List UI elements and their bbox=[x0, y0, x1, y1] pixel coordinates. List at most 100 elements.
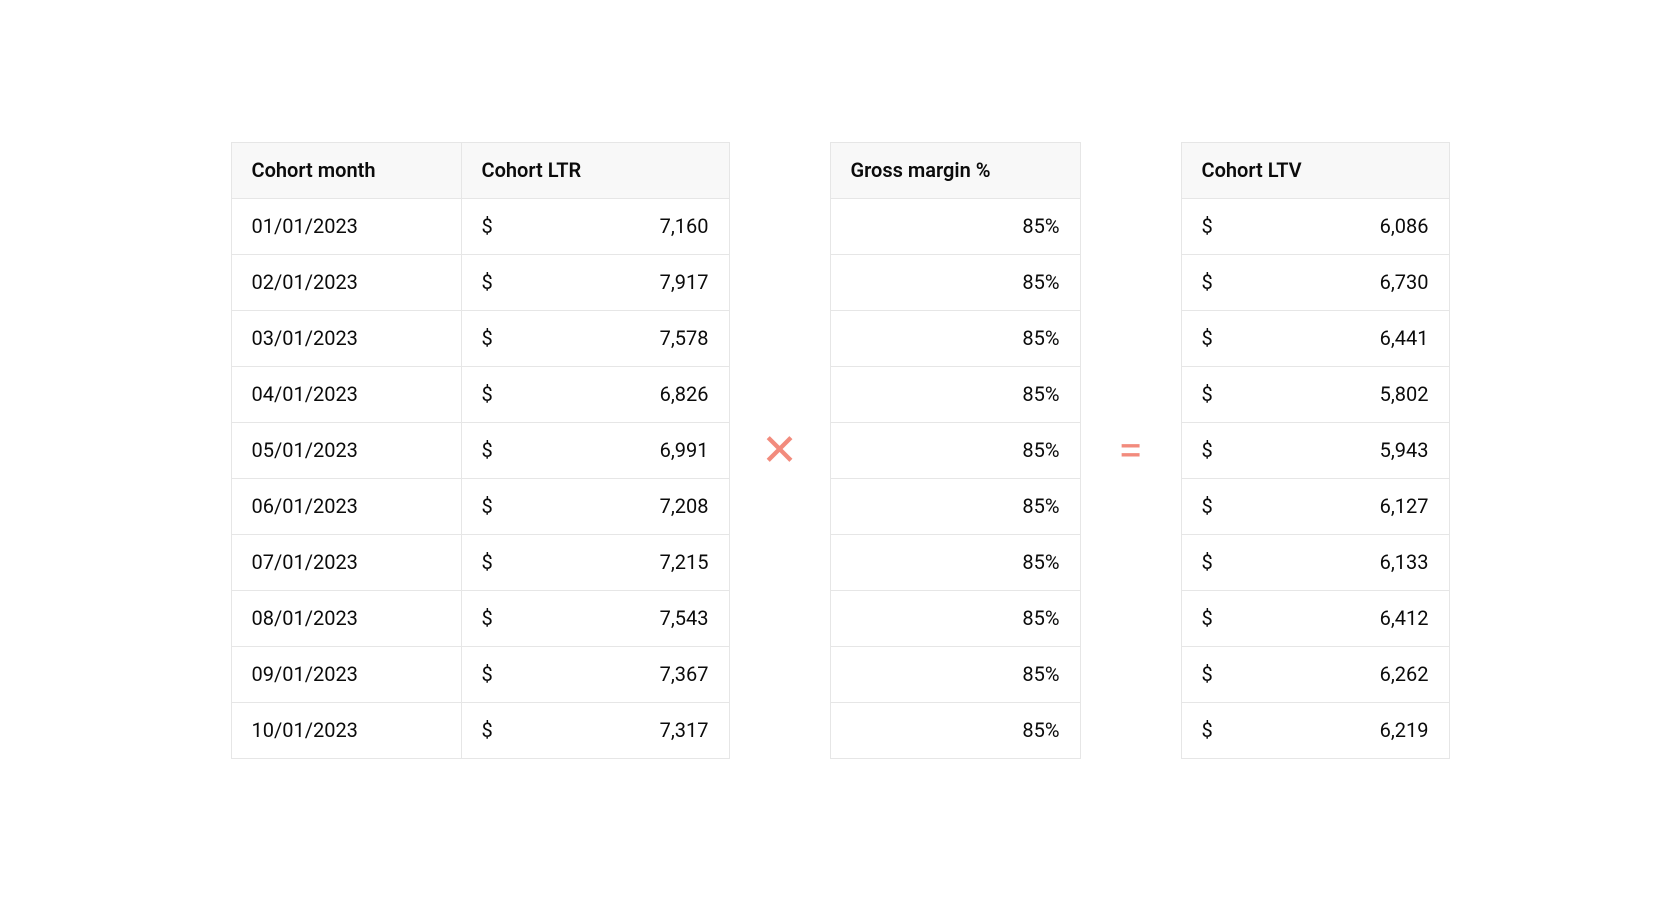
cell-cohort-ltv: $6,730 bbox=[1181, 254, 1449, 310]
table-row: 85% bbox=[830, 254, 1080, 310]
table-row: 85% bbox=[830, 702, 1080, 758]
currency-symbol: $ bbox=[1202, 382, 1213, 406]
cell-cohort-month: 04/01/2023 bbox=[231, 366, 461, 422]
ltv-value: 5,943 bbox=[1380, 438, 1429, 462]
ltr-value: 7,367 bbox=[660, 662, 709, 686]
ltv-table-body: $6,086 $6,730 $6,441 $5,802 $5,943 $6,12… bbox=[1181, 198, 1449, 758]
ltr-value: 7,317 bbox=[660, 718, 709, 742]
currency-symbol: $ bbox=[482, 382, 493, 406]
currency-symbol: $ bbox=[1202, 270, 1213, 294]
cell-cohort-ltr: $7,208 bbox=[461, 478, 729, 534]
cell-cohort-month: 10/01/2023 bbox=[231, 702, 461, 758]
cell-cohort-ltr: $7,917 bbox=[461, 254, 729, 310]
table-row: 07/01/2023$7,215 bbox=[231, 534, 729, 590]
cell-cohort-month: 03/01/2023 bbox=[231, 310, 461, 366]
cell-cohort-ltv: $6,262 bbox=[1181, 646, 1449, 702]
table-row: 08/01/2023$7,543 bbox=[231, 590, 729, 646]
cell-cohort-ltv: $6,441 bbox=[1181, 310, 1449, 366]
cell-cohort-month: 08/01/2023 bbox=[231, 590, 461, 646]
table-row: 09/01/2023$7,367 bbox=[231, 646, 729, 702]
table-row: $6,219 bbox=[1181, 702, 1449, 758]
table-row: $6,262 bbox=[1181, 646, 1449, 702]
table-row: $6,730 bbox=[1181, 254, 1449, 310]
ltr-value: 7,208 bbox=[660, 494, 709, 518]
header-gross-margin: Gross margin % bbox=[830, 142, 1080, 198]
cell-cohort-ltr: $7,215 bbox=[461, 534, 729, 590]
table-row: $5,943 bbox=[1181, 422, 1449, 478]
cell-cohort-month: 07/01/2023 bbox=[231, 534, 461, 590]
currency-symbol: $ bbox=[1202, 494, 1213, 518]
table-row: 85% bbox=[830, 366, 1080, 422]
cell-cohort-ltv: $6,133 bbox=[1181, 534, 1449, 590]
cell-gross-margin: 85% bbox=[830, 422, 1080, 478]
cell-gross-margin: 85% bbox=[830, 254, 1080, 310]
cell-cohort-ltv: $5,943 bbox=[1181, 422, 1449, 478]
cell-gross-margin: 85% bbox=[830, 310, 1080, 366]
ltv-value: 6,412 bbox=[1380, 606, 1429, 630]
cell-gross-margin: 85% bbox=[830, 366, 1080, 422]
table-row: $6,127 bbox=[1181, 478, 1449, 534]
table-row: $6,133 bbox=[1181, 534, 1449, 590]
table-row: 01/01/2023$7,160 bbox=[231, 198, 729, 254]
ltr-value: 6,826 bbox=[660, 382, 709, 406]
cell-cohort-ltr: $7,317 bbox=[461, 702, 729, 758]
ltv-value: 5,802 bbox=[1380, 382, 1429, 406]
ltv-value: 6,127 bbox=[1380, 494, 1429, 518]
cell-cohort-month: 05/01/2023 bbox=[231, 422, 461, 478]
table-header-row: Gross margin % bbox=[830, 142, 1080, 198]
ltr-value: 7,917 bbox=[660, 270, 709, 294]
currency-symbol: $ bbox=[482, 662, 493, 686]
header-cohort-month: Cohort month bbox=[231, 142, 461, 198]
header-cohort-ltr: Cohort LTR bbox=[461, 142, 729, 198]
ltv-table: Cohort LTV $6,086 $6,730 $6,441 $5,802 $… bbox=[1181, 142, 1450, 759]
ltr-value: 7,160 bbox=[660, 214, 709, 238]
table-row: 05/01/2023$6,991 bbox=[231, 422, 729, 478]
ltr-value: 7,578 bbox=[660, 326, 709, 350]
table-row: 85% bbox=[830, 590, 1080, 646]
currency-symbol: $ bbox=[1202, 438, 1213, 462]
cell-gross-margin: 85% bbox=[830, 534, 1080, 590]
currency-symbol: $ bbox=[1202, 606, 1213, 630]
cell-cohort-month: 01/01/2023 bbox=[231, 198, 461, 254]
ltr-value: 7,543 bbox=[660, 606, 709, 630]
page: Cohort month Cohort LTR 01/01/2023$7,160… bbox=[0, 0, 1680, 900]
cell-cohort-ltv: $6,086 bbox=[1181, 198, 1449, 254]
table-row: 85% bbox=[830, 198, 1080, 254]
currency-symbol: $ bbox=[482, 718, 493, 742]
currency-symbol: $ bbox=[1202, 326, 1213, 350]
currency-symbol: $ bbox=[1202, 662, 1213, 686]
cell-cohort-ltr: $6,826 bbox=[461, 366, 729, 422]
cell-cohort-ltr: $6,991 bbox=[461, 422, 729, 478]
table-header-row: Cohort month Cohort LTR bbox=[231, 142, 729, 198]
currency-symbol: $ bbox=[1202, 214, 1213, 238]
cell-cohort-ltv: $5,802 bbox=[1181, 366, 1449, 422]
table-row: 85% bbox=[830, 310, 1080, 366]
currency-symbol: $ bbox=[482, 326, 493, 350]
header-cohort-ltv: Cohort LTV bbox=[1181, 142, 1449, 198]
ltv-value: 6,133 bbox=[1380, 550, 1429, 574]
cell-cohort-ltr: $7,160 bbox=[461, 198, 729, 254]
table-row: 02/01/2023$7,917 bbox=[231, 254, 729, 310]
table-row: 06/01/2023$7,208 bbox=[231, 478, 729, 534]
formula-layout: Cohort month Cohort LTR 01/01/2023$7,160… bbox=[231, 142, 1450, 759]
currency-symbol: $ bbox=[1202, 718, 1213, 742]
ltv-value: 6,262 bbox=[1380, 662, 1429, 686]
ltr-value: 7,215 bbox=[660, 550, 709, 574]
cell-cohort-month: 02/01/2023 bbox=[231, 254, 461, 310]
gross-margin-table: Gross margin % 85% 85% 85% 85% 85% 85% 8… bbox=[830, 142, 1081, 759]
ltv-value: 6,441 bbox=[1380, 326, 1429, 350]
table-row: 85% bbox=[830, 534, 1080, 590]
table-row: 85% bbox=[830, 646, 1080, 702]
currency-symbol: $ bbox=[482, 550, 493, 574]
ltv-value: 6,219 bbox=[1380, 718, 1429, 742]
table-row: $6,441 bbox=[1181, 310, 1449, 366]
table-row: 04/01/2023$6,826 bbox=[231, 366, 729, 422]
table-row: $6,412 bbox=[1181, 590, 1449, 646]
table-row: $5,802 bbox=[1181, 366, 1449, 422]
cell-cohort-ltv: $6,219 bbox=[1181, 702, 1449, 758]
table-row: 85% bbox=[830, 478, 1080, 534]
multiply-icon: ✕ bbox=[758, 428, 802, 472]
cell-cohort-ltr: $7,543 bbox=[461, 590, 729, 646]
currency-symbol: $ bbox=[482, 494, 493, 518]
cell-gross-margin: 85% bbox=[830, 646, 1080, 702]
